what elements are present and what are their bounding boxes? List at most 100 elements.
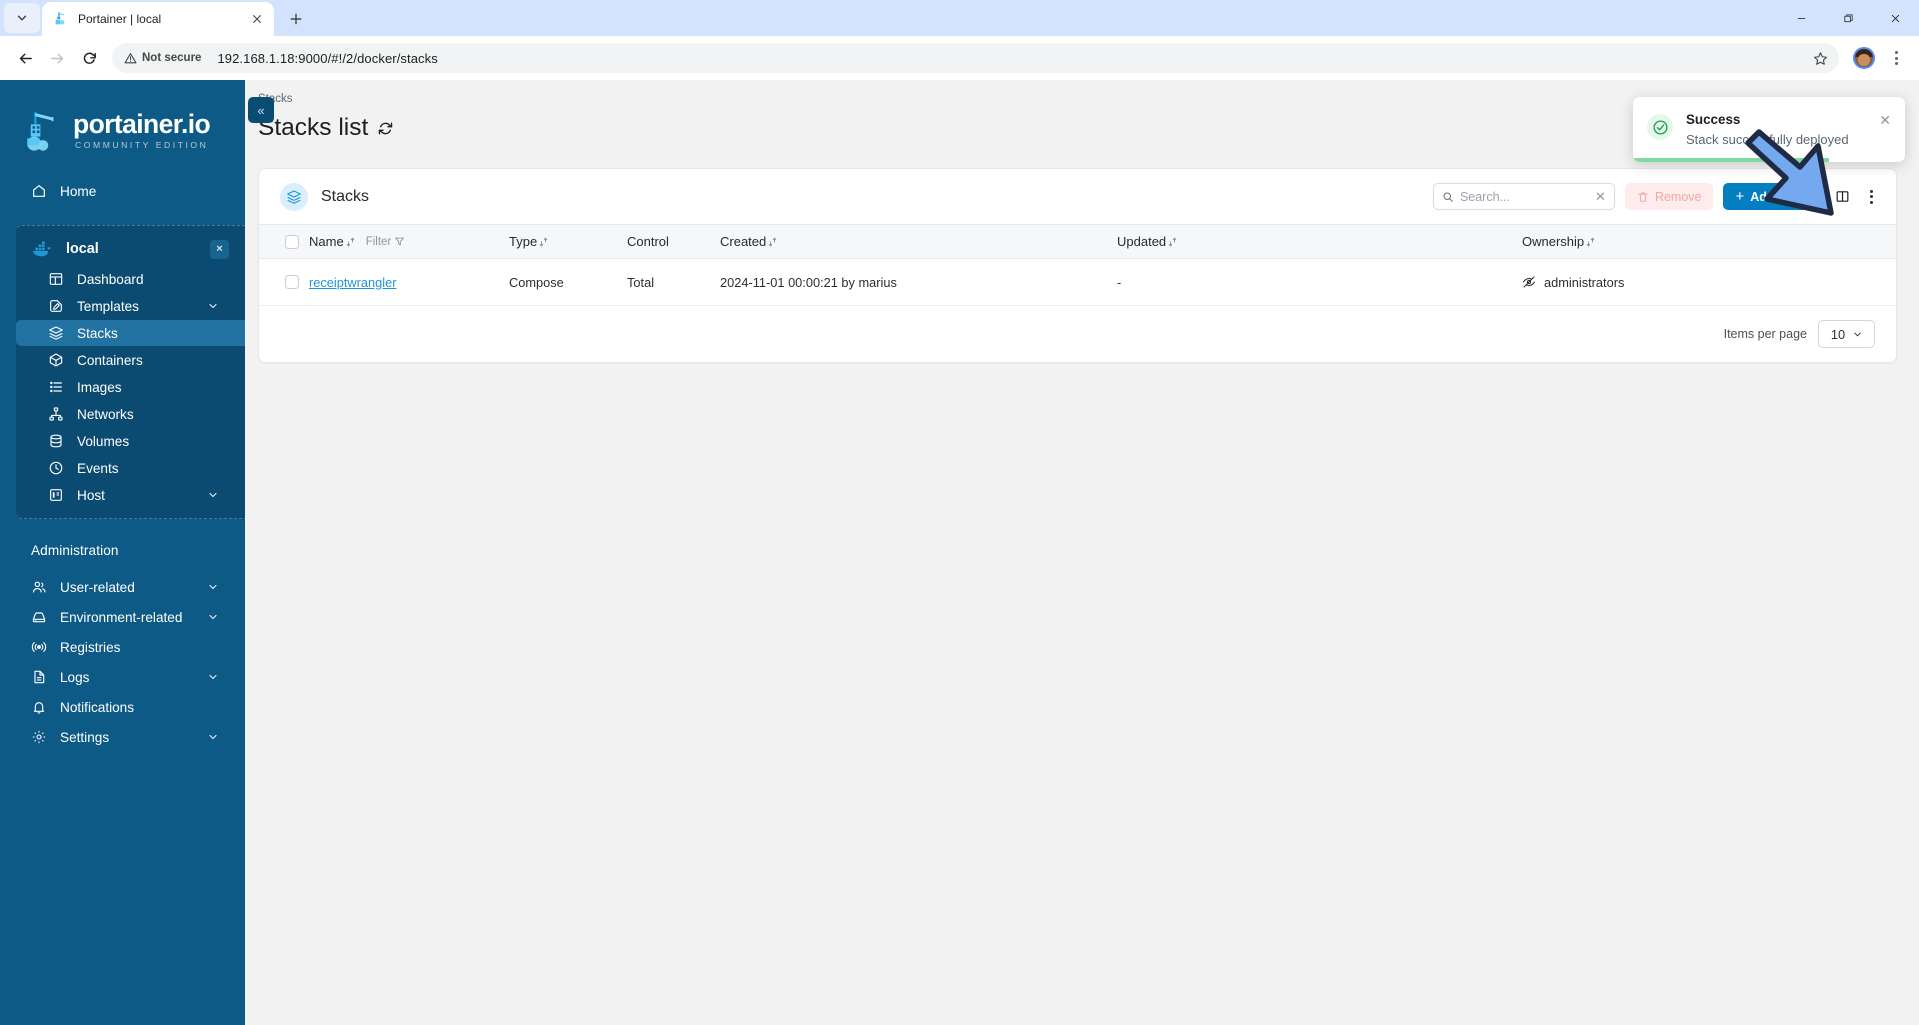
sidebar-item-label: Stacks bbox=[77, 325, 118, 341]
host-icon bbox=[48, 487, 64, 503]
bookmark-button[interactable] bbox=[1807, 45, 1833, 71]
sidebar-item-images[interactable]: Images bbox=[16, 374, 245, 400]
sort-icon bbox=[539, 237, 548, 246]
sidebar-item-stacks[interactable]: Stacks bbox=[16, 320, 245, 346]
window-maximize-button[interactable] bbox=[1825, 0, 1872, 36]
browser-tab[interactable]: Portainer | local bbox=[42, 2, 274, 36]
sidebar-item-containers[interactable]: Containers bbox=[16, 347, 245, 373]
card-title: Stacks bbox=[321, 187, 370, 205]
column-header-label: Name bbox=[309, 234, 344, 249]
address-bar[interactable]: Not secure 192.168.1.18:9000/#!/2/docker… bbox=[112, 43, 1839, 73]
plus-icon bbox=[290, 13, 302, 25]
sidebar-item-label: Networks bbox=[77, 406, 134, 422]
sidebar-item-logs[interactable]: Logs bbox=[0, 662, 245, 692]
images-icon bbox=[48, 379, 64, 395]
logo-title: portainer.io bbox=[73, 109, 211, 140]
table-header-row: Name Filter Type Control Created Updated… bbox=[259, 224, 1896, 259]
column-header-name[interactable]: Name Filter bbox=[309, 225, 509, 259]
toast-close-button[interactable]: ✕ bbox=[1879, 113, 1891, 148]
window-minimize-button[interactable] bbox=[1778, 0, 1825, 36]
sidebar-item-registries[interactable]: Registries bbox=[0, 632, 245, 662]
sidebar-item-environment-related[interactable]: Environment-related bbox=[0, 602, 245, 632]
column-header-label: Type bbox=[509, 234, 538, 249]
check-circle-icon bbox=[1647, 114, 1673, 140]
avatar-face bbox=[1858, 54, 1870, 66]
stacks-icon bbox=[48, 325, 64, 341]
back-button[interactable] bbox=[10, 43, 40, 73]
refresh-icon[interactable] bbox=[377, 120, 394, 137]
close-icon bbox=[1891, 14, 1900, 22]
window-close-button[interactable] bbox=[1872, 0, 1919, 36]
search-icon bbox=[1443, 191, 1453, 202]
chevron-down-icon bbox=[209, 492, 217, 498]
tab-close-button[interactable] bbox=[248, 10, 266, 28]
portainer-favicon bbox=[55, 12, 65, 25]
browser-menu-button[interactable] bbox=[1883, 45, 1909, 71]
select-all-checkbox[interactable] bbox=[285, 234, 299, 249]
sidebar-item-label: Home bbox=[60, 183, 97, 199]
browser-window: Portainer | local Not secure 192.168.1.1… bbox=[0, 0, 1919, 1025]
sidebar-environment-close-button[interactable]: × bbox=[210, 239, 229, 259]
items-per-page-select[interactable]: 10 bbox=[1818, 320, 1875, 348]
volumes-icon bbox=[48, 433, 64, 449]
chevron-down-icon bbox=[17, 15, 27, 21]
sidebar-collapse-button[interactable]: « bbox=[248, 97, 274, 123]
stack-name-link[interactable]: receiptwrangler bbox=[309, 275, 397, 290]
cell-ownership: administrators bbox=[1522, 259, 1896, 306]
search-box[interactable]: ✕ bbox=[1432, 183, 1615, 210]
docker-icon bbox=[32, 241, 51, 257]
eye-off-icon bbox=[1522, 276, 1536, 288]
column-header-label: Created bbox=[720, 234, 767, 249]
tab-search-button[interactable] bbox=[4, 3, 40, 33]
page-viewport: portainer.io COMMUNITY EDITION « Home lo… bbox=[0, 80, 1919, 1025]
portainer-logo[interactable]: portainer.io COMMUNITY EDITION bbox=[0, 98, 245, 153]
sidebar-item-home[interactable]: Home bbox=[0, 175, 245, 207]
gear-icon bbox=[31, 729, 47, 745]
security-status[interactable]: Not secure bbox=[124, 52, 210, 65]
column-header-ownership[interactable]: Ownership bbox=[1522, 225, 1896, 259]
chevron-down-icon bbox=[209, 584, 217, 590]
sidebar-item-networks[interactable]: Networks bbox=[16, 401, 245, 427]
sidebar-item-label: Registries bbox=[60, 639, 121, 655]
table-footer: Items per page 10 bbox=[259, 306, 1896, 362]
registries-icon bbox=[31, 639, 47, 655]
sidebar-item-label: Settings bbox=[60, 729, 110, 745]
sidebar-environment-local[interactable]: local × bbox=[16, 233, 245, 265]
column-header-updated[interactable]: Updated bbox=[1117, 225, 1522, 259]
column-header-type[interactable]: Type bbox=[509, 225, 627, 259]
search-clear-button[interactable]: ✕ bbox=[1595, 189, 1606, 205]
forward-button[interactable] bbox=[42, 43, 72, 73]
sidebar-item-events[interactable]: Events bbox=[16, 455, 245, 481]
sidebar-item-label: Volumes bbox=[77, 433, 130, 449]
row-checkbox[interactable] bbox=[285, 275, 299, 289]
column-header-created[interactable]: Created bbox=[720, 225, 1117, 259]
new-tab-button[interactable] bbox=[281, 4, 311, 34]
sidebar-item-notifications[interactable]: Notifications bbox=[0, 692, 245, 722]
warning-triangle-icon bbox=[124, 52, 137, 63]
tab-strip: Portainer | local bbox=[0, 0, 1919, 36]
column-header-label: Updated bbox=[1117, 234, 1167, 249]
sidebar-item-templates[interactable]: Templates bbox=[16, 293, 245, 319]
profile-avatar[interactable] bbox=[1853, 47, 1875, 69]
trash-icon bbox=[1638, 192, 1648, 202]
sidebar-item-host[interactable]: Host bbox=[16, 482, 245, 508]
cell-name: receiptwrangler bbox=[309, 259, 509, 306]
sidebar-environment-group: local × Dashboard Templates Stacks Conta… bbox=[16, 225, 245, 519]
sidebar-item-label: Notifications bbox=[60, 699, 135, 715]
name-filter-button[interactable]: Filter bbox=[366, 236, 406, 248]
cell-control: Total bbox=[627, 274, 655, 290]
cell-updated: - bbox=[1117, 274, 1122, 290]
search-input[interactable] bbox=[1459, 189, 1590, 204]
environment-icon bbox=[31, 609, 47, 625]
reload-button[interactable] bbox=[74, 43, 104, 73]
remove-button[interactable]: Remove bbox=[1624, 183, 1714, 210]
sidebar-item-settings[interactable]: Settings bbox=[0, 722, 245, 752]
sidebar-item-volumes[interactable]: Volumes bbox=[16, 428, 245, 454]
tab-title: Portainer | local bbox=[78, 12, 162, 26]
table-row[interactable]: receiptwrangler Compose Total 2024-11-01… bbox=[259, 259, 1896, 306]
sidebar-nav: Home local × Dashboard Templates Stacks … bbox=[0, 175, 245, 752]
stacks-card: Stacks ✕ Remove + Ad bbox=[258, 168, 1897, 363]
window-controls bbox=[1778, 0, 1919, 36]
sidebar-item-user-related[interactable]: User-related bbox=[0, 572, 245, 602]
sidebar-item-dashboard[interactable]: Dashboard bbox=[16, 266, 245, 292]
